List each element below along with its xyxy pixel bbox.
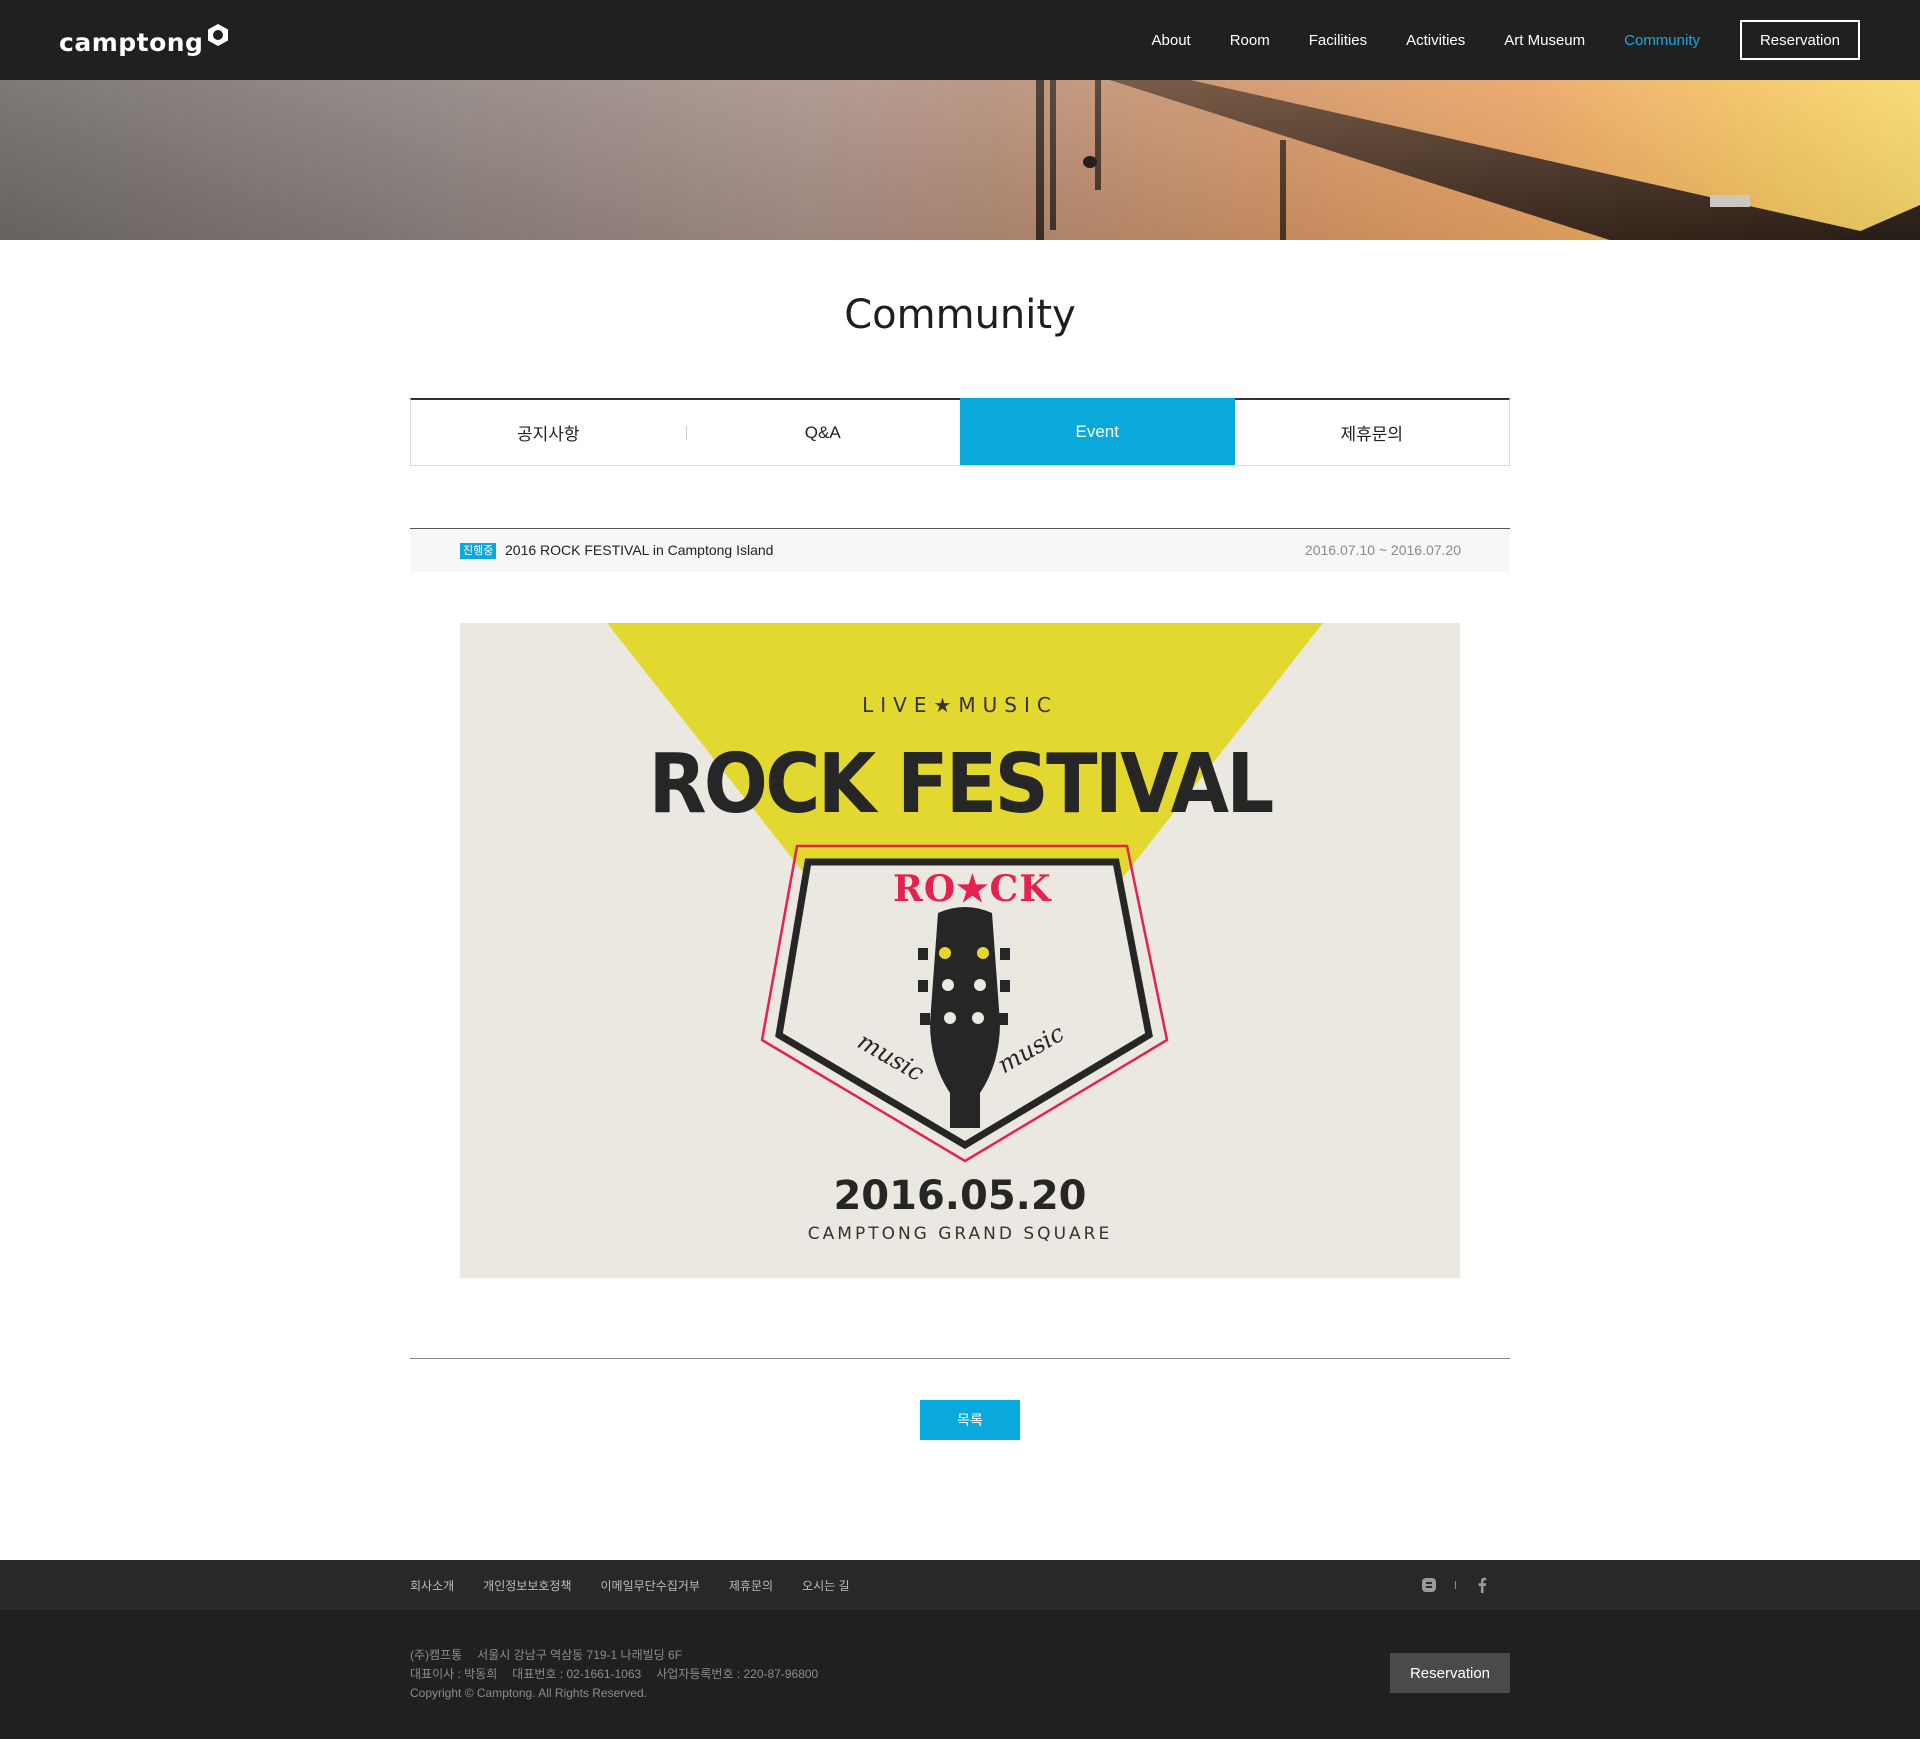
poster-rock-badge: RO★CK <box>893 868 1052 910</box>
post-header: 진행중 2016 ROCK FESTIVAL in Camptong Islan… <box>410 528 1510 572</box>
list-button[interactable]: 목록 <box>920 1400 1020 1440</box>
company-ceo: 대표이사 : 박동희 <box>410 1667 498 1681</box>
tab-qna-label: Q&A <box>804 422 841 442</box>
camptong-logo[interactable]: camptong <box>59 24 231 60</box>
footer-reservation-button[interactable]: Reservation <box>1390 1653 1510 1693</box>
footer-link-about[interactable]: 회사소개 <box>410 1577 454 1594</box>
tab-separator <box>685 426 687 440</box>
post-title: 2016 ROCK FESTIVAL in Camptong Island <box>505 542 774 558</box>
poster-date: 2016.05.20 <box>833 1173 1087 1219</box>
footer-links-bar: 회사소개 개인정보보호정책 이메일무단수집거부 제휴문의 오시는 길 <box>0 1560 1920 1610</box>
header-reservation-button[interactable]: Reservation <box>1740 20 1860 60</box>
tab-partnership[interactable]: 제휴문의 <box>1235 400 1510 465</box>
nav-about[interactable]: About <box>1152 32 1191 49</box>
tab-partnership-label: 제휴문의 <box>1340 425 1404 444</box>
company-phone: 대표번호 : 02-1661-1063 <box>512 1667 642 1681</box>
top-bar: camptong About Room Facilities Activitie… <box>0 0 1920 80</box>
main-nav: About Room Facilities Activities Art Mus… <box>1113 0 1860 80</box>
hero-overlay <box>0 80 1920 240</box>
poster-venue: CAMPTONG GRAND SQUARE <box>807 1224 1113 1244</box>
status-badge: 진행중 <box>460 543 497 559</box>
tab-notice[interactable]: 공지사항 <box>411 400 686 465</box>
company-biz-no: 사업자등록번호 : 220-87-96800 <box>656 1667 819 1681</box>
footer-info-area: (주)캠프통 서울시 강남구 역삼동 719-1 나래빌딩 6F 대표이사 : 박… <box>0 1610 1920 1739</box>
tab-event-label: Event <box>1075 421 1119 441</box>
hexagon-logo-icon <box>208 24 229 46</box>
tab-event[interactable]: Event <box>960 398 1235 465</box>
facebook-icon[interactable] <box>1474 1577 1490 1593</box>
footer-link-email-policy[interactable]: 이메일무단수집거부 <box>601 1577 700 1594</box>
company-info: (주)캠프통 서울시 강남구 역삼동 719-1 나래빌딩 6F 대표이사 : 박… <box>410 1646 833 1703</box>
tab-qna[interactable]: Q&A <box>685 400 961 465</box>
event-poster-image: LIVE★MUSIC ROCK FESTIVAL RO★CK music mus… <box>460 623 1460 1278</box>
company-address: 서울시 강남구 역삼동 719-1 나래빌딩 6F <box>477 1648 683 1662</box>
tab-notice-label: 공지사항 <box>516 425 580 444</box>
poster-headline: ROCK FESTIVAL <box>648 737 1274 832</box>
social-separator <box>1455 1581 1456 1589</box>
nav-community[interactable]: Community <box>1624 32 1700 49</box>
community-tabs: 공지사항 Q&A Event 제휴문의 <box>410 398 1510 466</box>
social-links <box>1421 1560 1490 1610</box>
page-title: Community <box>844 292 1076 338</box>
footer-links: 회사소개 개인정보보호정책 이메일무단수집거부 제휴문의 오시는 길 <box>410 1560 879 1610</box>
nav-room[interactable]: Room <box>1230 32 1270 49</box>
post-date-range: 2016.07.10 ~ 2016.07.20 <box>1304 542 1461 558</box>
nav-activities[interactable]: Activities <box>1406 32 1465 49</box>
company-name: (주)캠프통 <box>410 1648 463 1662</box>
poster-kicker: LIVE★MUSIC <box>862 693 1058 717</box>
content-divider <box>410 1358 1510 1359</box>
nav-art-museum[interactable]: Art Museum <box>1504 32 1585 49</box>
footer-link-directions[interactable]: 오시는 길 <box>802 1577 850 1594</box>
footer-link-privacy[interactable]: 개인정보보호정책 <box>483 1577 571 1594</box>
blog-icon[interactable] <box>1421 1577 1437 1593</box>
logo-text: camptong <box>59 27 204 57</box>
copyright-text: Copyright © Camptong. All Rights Reserve… <box>410 1686 647 1700</box>
footer-link-partnership[interactable]: 제휴문의 <box>729 1577 773 1594</box>
hero-banner-image <box>0 80 1920 240</box>
nav-facilities[interactable]: Facilities <box>1309 32 1367 49</box>
